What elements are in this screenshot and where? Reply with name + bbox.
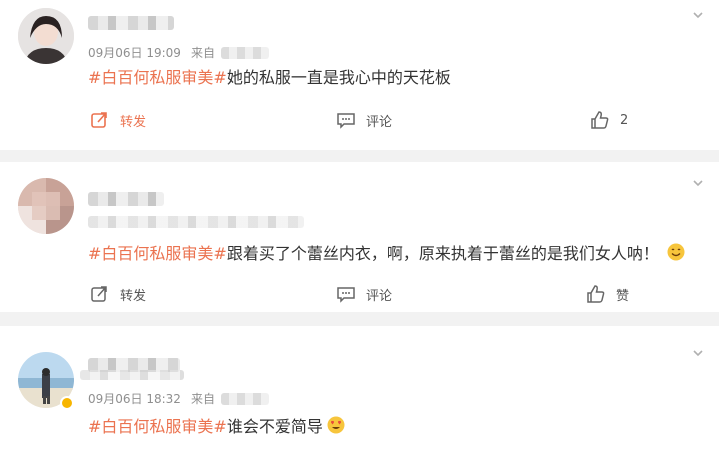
repost-button[interactable]: 转发 [90,110,146,130]
post-text: 她的私服一直是我心中的天花板 [226,68,451,87]
comment-button[interactable]: 评论 [336,284,392,304]
post-text: 跟着买了个蕾丝内衣，啊，原来执着于蕾丝的是我们女人呐！ [226,244,659,263]
post-content: #白百何私服审美# 跟着买了个蕾丝内衣，啊，原来执着于蕾丝的是我们女人呐！ [88,240,685,264]
avatar[interactable] [18,8,74,64]
feed-divider [0,312,719,326]
username-blurred[interactable] [88,16,174,30]
comment-icon [337,113,355,129]
source-blurred [220,392,269,405]
avatar-image [18,8,74,64]
bio-blurred [80,370,184,380]
comment-icon [337,287,355,303]
source-blurred [220,46,269,59]
heart-eyes-emoji-icon [327,416,345,434]
verified-badge-icon [60,396,74,410]
like-icon [591,111,609,129]
post-2: #白百何私服审美# 跟着买了个蕾丝内衣，啊，原来执着于蕾丝的是我们女人呐！ 转发… [0,162,719,312]
topic-link[interactable]: #白百何私服审美# [88,240,227,264]
avatar-image-blurred [18,178,74,234]
post-meta: 09月06日 18:32 来自 [88,390,269,407]
topic-link[interactable]: #白百何私服审美# [88,64,227,88]
like-icon [587,285,605,303]
repost-label: 转发 [120,114,147,130]
post-3: 09月06日 18:32 来自 #白百何私服审美# 谁会不爱简导 [0,326,719,455]
like-button[interactable]: 赞 [586,284,629,304]
post-text: 谁会不爱简导 [226,417,323,436]
avatar[interactable] [18,178,74,234]
comment-button[interactable]: 评论 [336,110,392,130]
topic-link[interactable]: #白百何私服审美# [88,413,227,437]
post-meta: 09月06日 19:09 来自 [88,44,269,61]
repost-label: 转发 [120,288,147,304]
post-1: 09月06日 19:09 来自 #白百何私服审美# 她的私服一直是我心中的天花板… [0,0,719,150]
post-content: #白百何私服审美# 谁会不爱简导 [88,413,345,437]
post-time: 09月06日 19:09 [88,46,181,60]
repost-icon [91,286,107,302]
comment-label: 评论 [366,288,393,304]
post-source-prefix: 来自 [190,46,215,60]
repost-icon [91,112,107,128]
like-button[interactable]: 2 [590,110,628,130]
chevron-down-icon[interactable] [691,176,705,190]
feed-divider [0,150,719,162]
post-source-prefix: 来自 [190,392,215,406]
chevron-down-icon[interactable] [691,346,705,360]
comment-label: 评论 [366,114,393,130]
meta-blurred [88,216,304,228]
chevron-down-icon[interactable] [691,8,705,22]
repost-button[interactable]: 转发 [90,284,146,304]
post-content: #白百何私服审美# 她的私服一直是我心中的天花板 [88,64,451,88]
username-blurred[interactable] [88,192,164,206]
post-time: 09月06日 18:32 [88,392,181,406]
like-label: 赞 [616,288,630,304]
smile-emoji-icon [667,243,685,261]
like-count: 2 [620,112,629,128]
